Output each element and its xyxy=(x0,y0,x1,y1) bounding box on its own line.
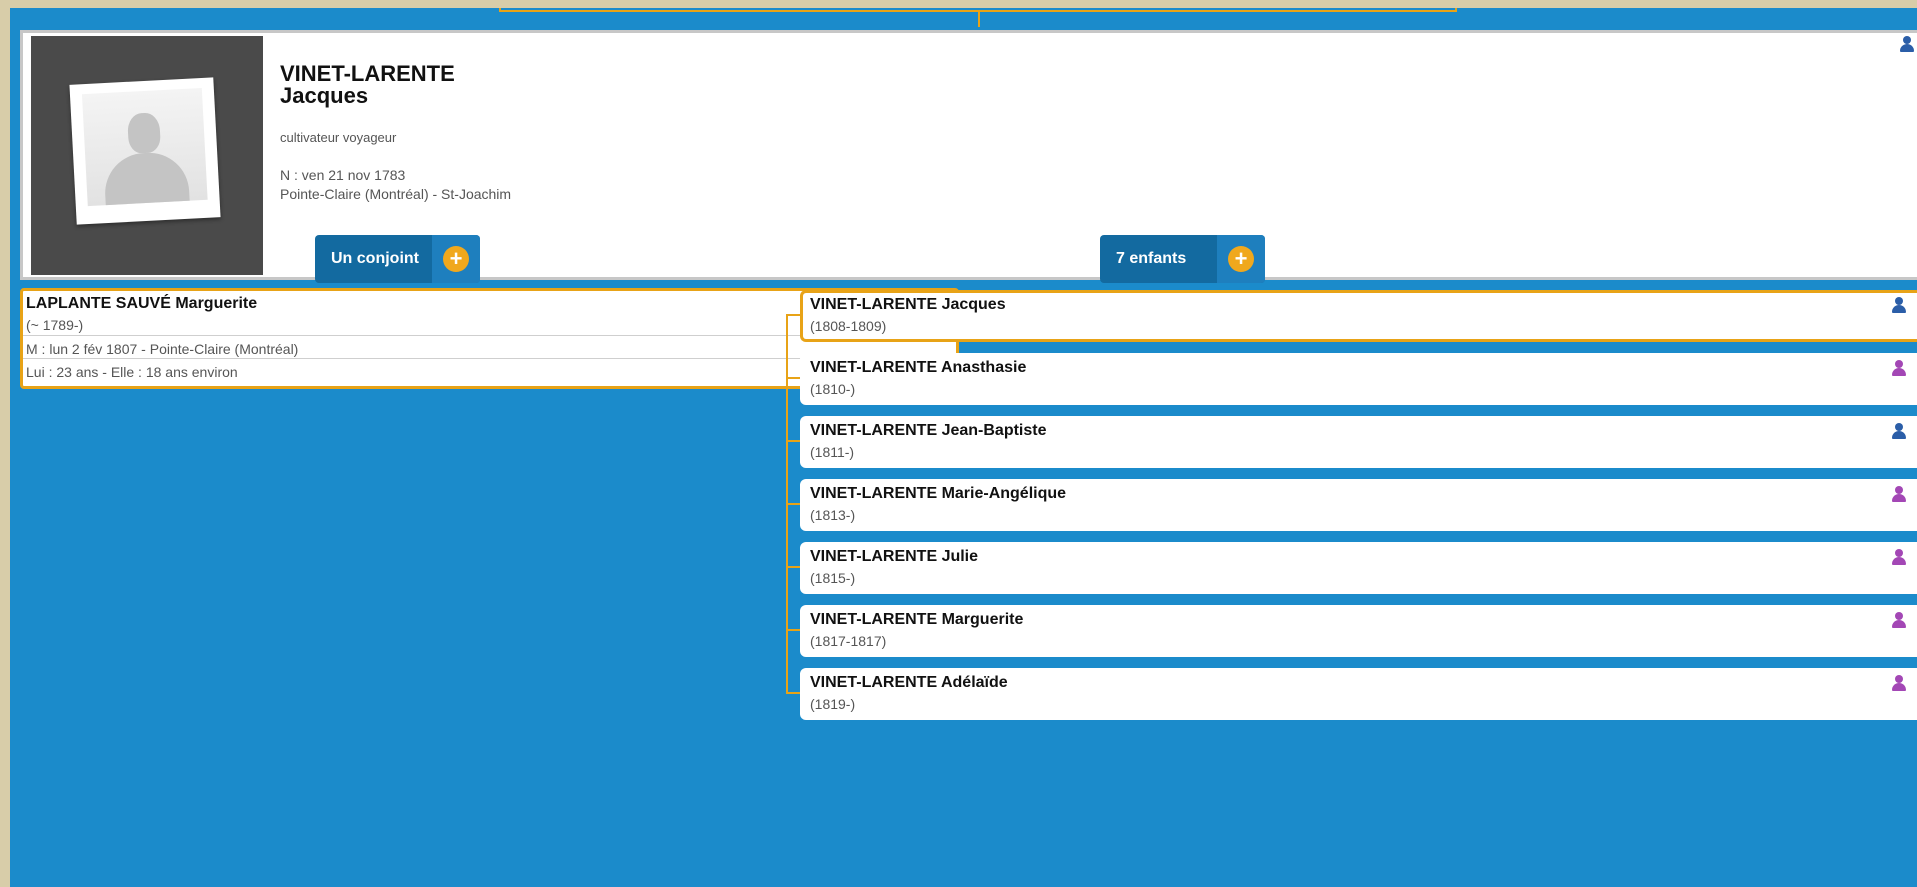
child-dates: (1815-) xyxy=(810,570,856,586)
add-spouse-button[interactable]: + xyxy=(443,246,469,272)
child-card[interactable]: VINET-LARENTE Adélaïde (1819-) xyxy=(800,668,1917,720)
children-count-label: 7 enfants xyxy=(1116,250,1187,267)
spouse-name: LAPLANTE SAUVÉ Marguerite xyxy=(26,295,258,312)
child-card[interactable]: VINET-LARENTE Julie (1815-) xyxy=(800,542,1917,594)
add-child-button[interactable]: + xyxy=(1228,246,1254,272)
female-person-icon[interactable] xyxy=(1891,486,1907,502)
children-section-header: 7 enfants + xyxy=(1100,235,1265,283)
male-person-icon[interactable] xyxy=(1899,36,1915,52)
child-connector-tick xyxy=(786,629,800,631)
child-dates: (1817-1817) xyxy=(810,633,887,649)
spouse-section-header: Un conjoint + xyxy=(315,235,480,283)
child-card[interactable]: VINET-LARENTE Anasthasie (1810-) xyxy=(800,353,1917,405)
child-dates: (1808-1809) xyxy=(810,318,887,334)
child-card[interactable]: VINET-LARENTE Jean-Baptiste (1811-) xyxy=(800,416,1917,468)
child-name: VINET-LARENTE Anasthasie xyxy=(810,359,1027,376)
child-connector-tick xyxy=(786,566,800,568)
female-person-icon[interactable] xyxy=(1891,360,1907,376)
female-person-icon[interactable] xyxy=(1891,675,1907,691)
main-person-birth: N : ven 21 nov 1783 xyxy=(280,167,406,183)
marriage-info: M : lun 2 fév 1807 - Pointe-Claire (Mont… xyxy=(26,341,299,357)
photo-frame[interactable] xyxy=(31,36,263,275)
child-dates: (1819-) xyxy=(810,696,856,712)
main-person-card[interactable]: VINET-LARENTE Jacques cultivateur voyage… xyxy=(20,30,1917,280)
child-connector-tick xyxy=(786,377,800,379)
female-person-icon[interactable] xyxy=(1891,549,1907,565)
child-name: VINET-LARENTE Jacques xyxy=(810,296,1006,313)
child-dates: (1811-) xyxy=(810,444,855,460)
child-card[interactable]: VINET-LARENTE Jacques (1808-1809) xyxy=(800,290,1917,342)
child-dates: (1813-) xyxy=(810,507,856,523)
child-connector-tick xyxy=(786,503,800,505)
child-name: VINET-LARENTE Marguerite xyxy=(810,611,1024,628)
child-card[interactable]: VINET-LARENTE Marie-Angélique (1813-) xyxy=(800,479,1917,531)
spouse-dates: (~ 1789-) xyxy=(26,317,84,333)
male-person-icon[interactable] xyxy=(1891,297,1907,313)
female-person-icon[interactable] xyxy=(1891,612,1907,628)
main-person-birth-place: Pointe-Claire (Montréal) - St-Joachim xyxy=(280,186,512,202)
avatar-placeholder-icon xyxy=(81,87,208,207)
main-person-given-name: Jacques xyxy=(280,83,369,108)
child-name: VINET-LARENTE Adélaïde xyxy=(810,674,1008,691)
child-name: VINET-LARENTE Marie-Angélique xyxy=(810,485,1067,502)
marriage-ages: Lui : 23 ans - Elle : 18 ans environ xyxy=(26,364,238,380)
family-tree-canvas: VINET-LARENTE Jacques cultivateur voyage… xyxy=(10,8,1917,887)
child-name: VINET-LARENTE Jean-Baptiste xyxy=(810,422,1047,439)
main-person-occupation: cultivateur voyageur xyxy=(280,130,397,145)
child-dates: (1810-) xyxy=(810,381,856,397)
spouse-count-label: Un conjoint xyxy=(331,250,419,267)
child-name: VINET-LARENTE Julie xyxy=(810,548,979,565)
child-connector-tick xyxy=(786,440,800,442)
parent-connector-stem xyxy=(978,12,980,27)
male-person-icon[interactable] xyxy=(1891,423,1907,439)
photo-placeholder xyxy=(69,77,221,225)
child-card[interactable]: VINET-LARENTE Marguerite (1817-1817) xyxy=(800,605,1917,657)
